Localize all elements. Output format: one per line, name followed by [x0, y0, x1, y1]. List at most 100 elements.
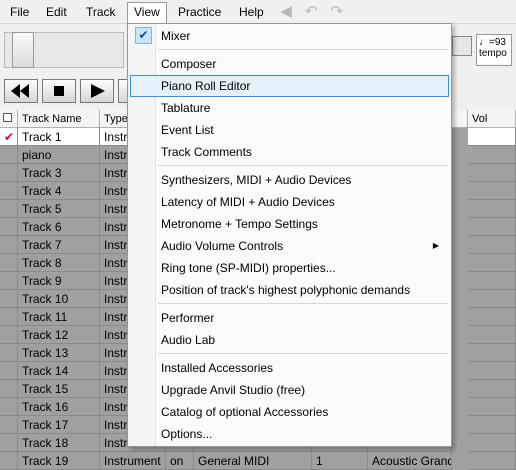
- row-select-cell[interactable]: [0, 182, 18, 200]
- vol-cell[interactable]: [468, 164, 516, 182]
- vol-cell[interactable]: [468, 218, 516, 236]
- row-select-cell[interactable]: [0, 398, 18, 416]
- track-name-cell[interactable]: Track 1: [18, 128, 100, 146]
- menu-item-options[interactable]: Options...: [130, 423, 449, 445]
- menu-practice[interactable]: Practice: [172, 3, 227, 22]
- track-name-cell[interactable]: Track 17: [18, 416, 100, 434]
- vol-cell[interactable]: [468, 254, 516, 272]
- rewind-button[interactable]: [4, 79, 38, 103]
- menu-view[interactable]: View: [127, 2, 167, 24]
- vol-cell[interactable]: [468, 308, 516, 326]
- track-name-cell[interactable]: Track 3: [18, 164, 100, 182]
- vol-cell[interactable]: [468, 434, 516, 452]
- play-button[interactable]: [80, 79, 114, 103]
- menu-item-audio-lab[interactable]: Audio Lab: [130, 329, 449, 351]
- vol-cell[interactable]: [468, 398, 516, 416]
- position-slider-thumb[interactable]: [12, 32, 34, 68]
- track-name-cell[interactable]: Track 8: [18, 254, 100, 272]
- track-name-cell[interactable]: Track 6: [18, 218, 100, 236]
- row-select-cell[interactable]: [0, 434, 18, 452]
- menu-item-installed-accessories[interactable]: Installed Accessories: [130, 357, 449, 379]
- vol-cell[interactable]: [468, 146, 516, 164]
- row-select-cell[interactable]: [0, 308, 18, 326]
- row-select-cell[interactable]: [0, 200, 18, 218]
- menu-item-catalog-of-optional-accessories[interactable]: Catalog of optional Accessories: [130, 401, 449, 423]
- vol-cell[interactable]: [468, 290, 516, 308]
- menu-item-mixer[interactable]: Mixer ✔: [130, 25, 449, 47]
- tempo-box[interactable]: ♩=93 tempo: [476, 34, 512, 66]
- row-select-cell[interactable]: [0, 218, 18, 236]
- row-select-cell[interactable]: ✔: [0, 128, 18, 146]
- track-type-cell[interactable]: Instrument: [100, 452, 166, 470]
- undo-icon[interactable]: ↶: [302, 4, 320, 19]
- row-select-cell[interactable]: [0, 164, 18, 182]
- menu-edit[interactable]: Edit: [40, 3, 73, 22]
- menu-item-piano-roll-editor[interactable]: Piano Roll Editor: [130, 75, 449, 97]
- header-track-name[interactable]: Track Name: [18, 110, 100, 128]
- menu-item-synthesizers-midi-audio-devices[interactable]: Synthesizers, MIDI + Audio Devices: [130, 169, 449, 191]
- menu-item-event-list[interactable]: Event List: [130, 119, 449, 141]
- vol-cell[interactable]: [468, 326, 516, 344]
- menu-item-latency-of-midi-audio-devices[interactable]: Latency of MIDI + Audio Devices: [130, 191, 449, 213]
- stop-button[interactable]: [42, 79, 76, 103]
- row-select-cell[interactable]: [0, 146, 18, 164]
- menu-file[interactable]: File: [4, 3, 35, 22]
- vol-cell[interactable]: [468, 362, 516, 380]
- menu-item-ring-tone-sp-midi-properties[interactable]: Ring tone (SP-MIDI) properties...: [130, 257, 449, 279]
- row-select-cell[interactable]: [0, 380, 18, 398]
- redo-icon[interactable]: ↷: [328, 4, 346, 19]
- menu-track[interactable]: Track: [80, 3, 122, 22]
- track-name-cell[interactable]: Track 13: [18, 344, 100, 362]
- vol-cell[interactable]: [468, 182, 516, 200]
- track-name-cell[interactable]: Track 11: [18, 308, 100, 326]
- track-name-cell[interactable]: Track 12: [18, 326, 100, 344]
- vol-cell[interactable]: [468, 128, 516, 146]
- track-name-cell[interactable]: Track 14: [18, 362, 100, 380]
- vol-cell[interactable]: [468, 236, 516, 254]
- menu-help[interactable]: Help: [233, 3, 270, 22]
- track-name-cell[interactable]: Track 9: [18, 272, 100, 290]
- track-mode-cell[interactable]: on: [166, 452, 194, 470]
- row-select-cell[interactable]: [0, 326, 18, 344]
- row-select-cell[interactable]: [0, 236, 18, 254]
- track-name-cell[interactable]: piano: [18, 146, 100, 164]
- row-select-cell[interactable]: [0, 452, 18, 470]
- vol-cell[interactable]: [468, 200, 516, 218]
- table-row[interactable]: Track 19 Instrument on General MIDI 1 Acousti…: [0, 452, 516, 470]
- menu-item-track-comments[interactable]: Track Comments: [130, 141, 449, 163]
- track-ch-cell[interactable]: 1: [312, 452, 368, 470]
- track-sound-cell[interactable]: Acoustic Grand: [368, 452, 452, 470]
- header-vol[interactable]: Vol: [468, 110, 516, 128]
- vol-cell[interactable]: [468, 452, 516, 470]
- row-select-cell[interactable]: [0, 272, 18, 290]
- toolbar-right-button[interactable]: [452, 36, 472, 56]
- track-name-cell[interactable]: Track 19: [18, 452, 100, 470]
- vol-cell[interactable]: [468, 380, 516, 398]
- menu-item-composer[interactable]: Composer: [130, 53, 449, 75]
- track-name-cell[interactable]: Track 10: [18, 290, 100, 308]
- menu-item-tablature[interactable]: Tablature: [130, 97, 449, 119]
- track-name-cell[interactable]: Track 18: [18, 434, 100, 452]
- vol-cell[interactable]: [468, 272, 516, 290]
- menu-item-performer[interactable]: Performer: [130, 307, 449, 329]
- row-select-cell[interactable]: [0, 362, 18, 380]
- row-select-cell[interactable]: [0, 416, 18, 434]
- track-name-cell[interactable]: Track 7: [18, 236, 100, 254]
- header-select-col[interactable]: [0, 110, 18, 128]
- track-name-cell[interactable]: Track 4: [18, 182, 100, 200]
- back-arrow-icon[interactable]: ◀: [277, 4, 295, 19]
- vol-cell[interactable]: [468, 344, 516, 362]
- menu-item-upgrade-anvil-studio-free[interactable]: Upgrade Anvil Studio (free): [130, 379, 449, 401]
- menu-item-audio-volume-controls[interactable]: Audio Volume Controls ▶: [130, 235, 449, 257]
- vol-cell[interactable]: [468, 416, 516, 434]
- menu-item-position-of-track-s-highest-polyphonic-demands[interactable]: Position of track's highest polyphonic d…: [130, 279, 449, 301]
- row-select-cell[interactable]: [0, 344, 18, 362]
- track-name-cell[interactable]: Track 15: [18, 380, 100, 398]
- track-device-cell[interactable]: General MIDI: [194, 452, 312, 470]
- track-name-cell[interactable]: Track 5: [18, 200, 100, 218]
- row-select-cell[interactable]: [0, 254, 18, 272]
- menu-item-metronome-tempo-settings[interactable]: Metronome + Tempo Settings: [130, 213, 449, 235]
- header-type[interactable]: Type: [100, 110, 128, 128]
- row-select-cell[interactable]: [0, 290, 18, 308]
- track-name-cell[interactable]: Track 16: [18, 398, 100, 416]
